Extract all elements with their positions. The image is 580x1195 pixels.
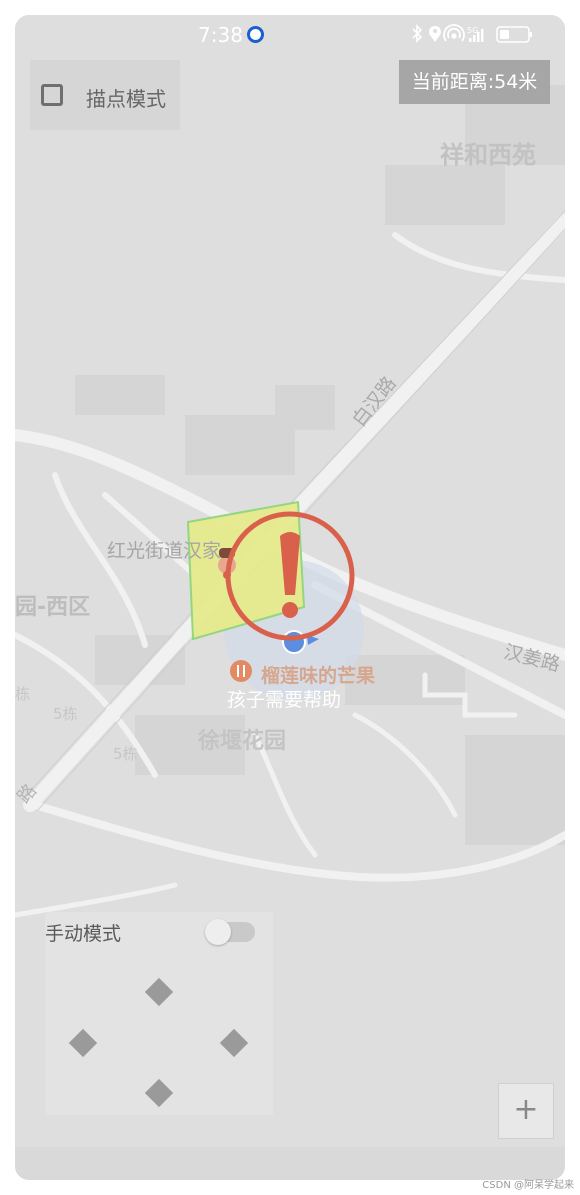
dpad-up-button[interactable]: [144, 977, 174, 1007]
location-icon: [429, 26, 441, 42]
restaurant-poi-icon: [230, 660, 252, 682]
bluetooth-icon: [412, 24, 423, 43]
map-label-building-5b: 5栋: [113, 745, 138, 763]
distance-indicator: 当前距离:54米: [399, 60, 550, 104]
app-screen: 祥和西苑 白汉路 红光街道汉家 园-西区 汉姜路 榴莲味的芒果 徐堰花园 5栋 …: [15, 15, 565, 1180]
status-bar: 7:38 5G: [15, 15, 565, 53]
dpad-right-button[interactable]: [219, 1028, 249, 1058]
notification-ring-icon: [247, 26, 264, 43]
battery-icon: [496, 26, 532, 43]
map-label-hongguang: 红光街道汉家: [107, 540, 222, 562]
status-icons: 5G: [411, 23, 551, 45]
manual-mode-switch[interactable]: [205, 919, 255, 945]
draw-mode-label: 描点模式: [86, 87, 166, 111]
map-label-road-left-2: 栋: [15, 685, 31, 703]
map-label-yuan-xiqu: 园-西区: [15, 595, 91, 620]
map-label-building-5a: 5栋: [53, 705, 78, 723]
watermark: CSDN @阿呆学起来: [482, 1180, 574, 1191]
dpad-left-button[interactable]: [68, 1028, 98, 1058]
map-label-xianghe: 祥和西苑: [440, 141, 536, 169]
dpad-down-button[interactable]: [144, 1078, 174, 1108]
map-label-xuyan: 徐堰花园: [198, 729, 287, 754]
alert-caption: 孩子需要帮助: [227, 689, 342, 711]
network-type: 5G: [467, 26, 478, 35]
zoom-in-button[interactable]: +: [498, 1083, 554, 1139]
poi-label-durian[interactable]: 榴莲味的芒果: [261, 661, 375, 688]
manual-mode-label: 手动模式: [45, 923, 122, 945]
device-frame: 祥和西苑 白汉路 红光街道汉家 园-西区 汉姜路 榴莲味的芒果 徐堰花园 5栋 …: [0, 0, 580, 1195]
status-time: 7:38: [198, 23, 243, 47]
hotspot-icon: [443, 24, 465, 42]
manual-mode-panel: 手动模式: [45, 912, 273, 1115]
draw-mode-toggle[interactable]: 描点模式: [30, 60, 180, 130]
draw-mode-checkbox[interactable]: [41, 84, 63, 106]
manual-mode-switch-thumb: [205, 919, 231, 945]
